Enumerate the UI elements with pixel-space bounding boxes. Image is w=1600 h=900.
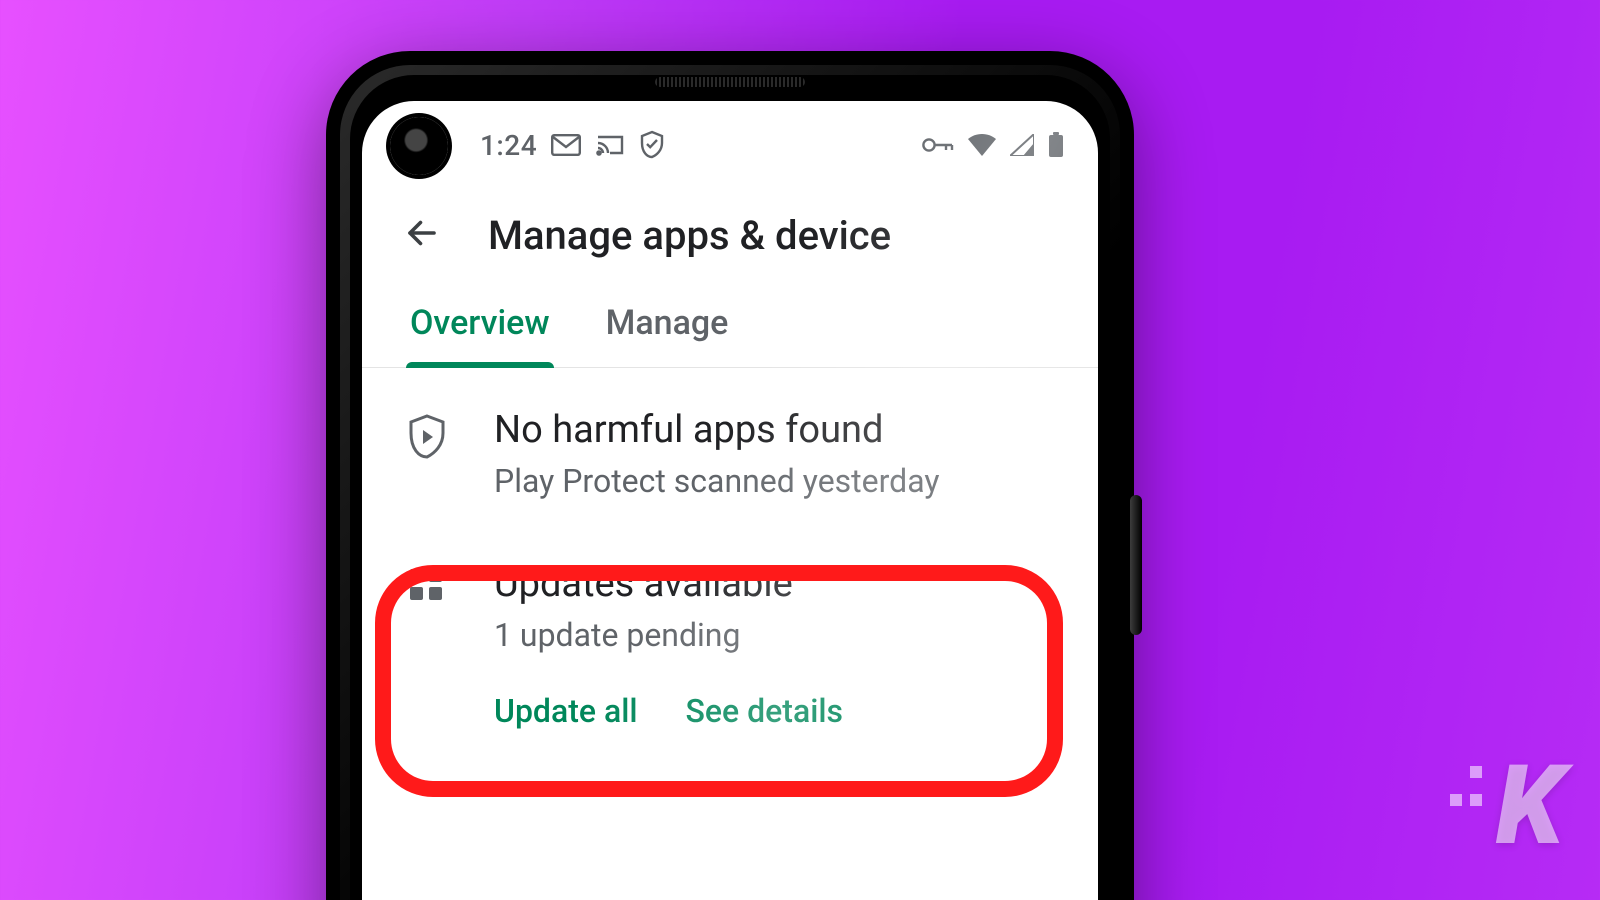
phone-side-button: [1130, 495, 1142, 635]
screen: 1:24: [362, 101, 1098, 900]
status-clock: 1:24: [480, 129, 537, 162]
tab-label: Overview: [410, 303, 550, 343]
see-details-button[interactable]: See details: [686, 690, 843, 732]
updates-title: Updates available: [494, 562, 1056, 606]
arrow-left-icon: [404, 215, 440, 251]
watermark-letter: K: [1496, 741, 1560, 870]
watermark: K: [1450, 741, 1560, 870]
tab-label: Manage: [606, 303, 729, 343]
status-left: 1:24: [480, 129, 665, 162]
wifi-icon: [968, 134, 996, 156]
status-right: [922, 132, 1064, 158]
cast-icon: [595, 134, 625, 156]
tab-manage[interactable]: Manage: [600, 289, 735, 367]
back-button[interactable]: [396, 207, 448, 263]
section-body: Updates available 1 update pending Updat…: [494, 562, 1056, 732]
watermark-dots-icon: [1450, 766, 1494, 846]
protect-subtitle: Play Protect scanned yesterday: [494, 462, 1056, 500]
phone-body: 1:24: [330, 55, 1130, 900]
apps-grid-icon: [404, 562, 450, 604]
shield-check-icon: [639, 130, 665, 160]
vpn-key-icon: [922, 136, 954, 154]
shield-play-icon: [404, 408, 450, 460]
status-bar: 1:24: [362, 101, 1098, 189]
updates-subtitle: 1 update pending: [494, 616, 1056, 654]
cell-signal-icon: [1010, 134, 1034, 156]
update-all-button[interactable]: Update all: [494, 690, 638, 732]
app-header: Manage apps & device: [362, 189, 1098, 289]
play-protect-section[interactable]: No harmful apps found Play Protect scann…: [362, 368, 1098, 536]
updates-actions: Update all See details: [494, 690, 1056, 732]
tab-overview[interactable]: Overview: [404, 289, 556, 367]
battery-icon: [1048, 132, 1064, 158]
gmail-icon: [551, 134, 581, 156]
updates-section[interactable]: Updates available 1 update pending Updat…: [362, 536, 1098, 768]
phone-earpiece: [655, 77, 805, 87]
protect-title: No harmful apps found: [494, 408, 1056, 452]
tabs: Overview Manage: [362, 289, 1098, 368]
phone-camera-hole: [390, 117, 448, 175]
section-body: No harmful apps found Play Protect scann…: [494, 408, 1056, 500]
page-title: Manage apps & device: [488, 212, 891, 259]
